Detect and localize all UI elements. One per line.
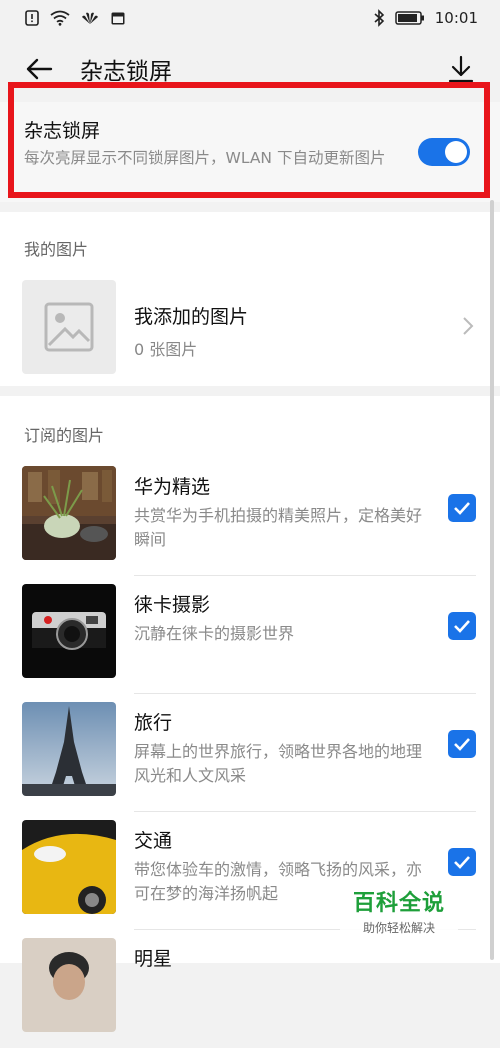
arrow-left-icon[interactable] [24,54,54,84]
switch-knob [445,141,467,163]
subscription-title: 明星 [134,948,173,970]
status-bar: 10:01 [0,0,500,36]
magazine-toggle-row[interactable]: 杂志锁屏 每次亮屏显示不同锁屏图片，WLAN 下自动更新图片 [0,102,500,202]
app-bar: 杂志锁屏 [0,36,500,102]
magazine-switch[interactable] [418,138,470,166]
my-added-photos-count: 0 张图片 [134,340,198,359]
checkbox-checked-icon[interactable] [448,612,476,640]
celebrity-thumbnail [22,938,116,1032]
toggle-title: 杂志锁屏 [24,120,101,142]
travel-thumbnail [22,702,116,796]
image-placeholder-icon[interactable] [22,280,116,374]
subscription-row-travel[interactable]: 旅行 屏幕上的世界旅行，领略世界各地的地理风光和人文风采 [0,694,500,812]
subscription-title: 交通 [134,830,173,852]
watermark-logo: 百科全说 助你轻松解决 [340,883,458,937]
subscription-description: 沉静在徕卡的摄影世界 [134,624,295,643]
status-time: 10:01 [434,9,478,27]
my-added-photos-title[interactable]: 我添加的图片 [134,302,248,329]
subscription-row-leica[interactable]: 徕卡摄影 沉静在徕卡的摄影世界 [0,576,500,694]
huawei-selection-thumbnail [22,466,116,560]
my-photos-section: 我的图片 我添加的图片 0 张图片 [0,212,500,386]
subscribed-section: 订阅的图片 华为精选 共赏华为手机拍摄的精美照片，定格美好瞬间 徕卡摄影 沉静在… [0,396,500,1032]
download-icon[interactable] [446,54,476,84]
toggle-description: 每次亮屏显示不同锁屏图片，WLAN 下自动更新图片 [24,149,386,167]
subscription-title: 旅行 [134,712,173,734]
bluetooth-icon [373,9,385,27]
leica-photography-thumbnail [22,584,116,678]
battery-icon [395,10,425,26]
subscribed-heading: 订阅的图片 [24,426,105,445]
huawei-logo-icon [80,10,100,26]
subscription-row-huawei[interactable]: 华为精选 共赏华为手机拍摄的精美照片，定格美好瞬间 [0,458,500,576]
watermark-subtitle: 助你轻松解决 [362,920,435,935]
subscription-title: 华为精选 [134,476,211,498]
my-photos-heading: 我的图片 [24,240,89,259]
subscription-row-celebrity[interactable]: 明星 [0,930,500,1048]
page-title: 杂志锁屏 [80,59,172,85]
checkbox-checked-icon[interactable] [448,848,476,876]
chevron-right-icon[interactable] [462,316,474,340]
checkbox-checked-icon[interactable] [448,730,476,758]
alert-icon [24,10,40,26]
wifi-icon [50,10,70,26]
subscription-title: 徕卡摄影 [134,594,211,616]
watermark-title: 百科全说 [352,890,445,916]
subscription-description: 屏幕上的世界旅行，领略世界各地的地理风光和人文风采 [134,742,423,785]
scrollbar[interactable] [490,200,494,960]
checkbox-checked-icon[interactable] [448,494,476,522]
calendar-icon [110,10,126,26]
subscription-description: 共赏华为手机拍摄的精美照片，定格美好瞬间 [134,506,423,549]
transport-thumbnail [22,820,116,914]
